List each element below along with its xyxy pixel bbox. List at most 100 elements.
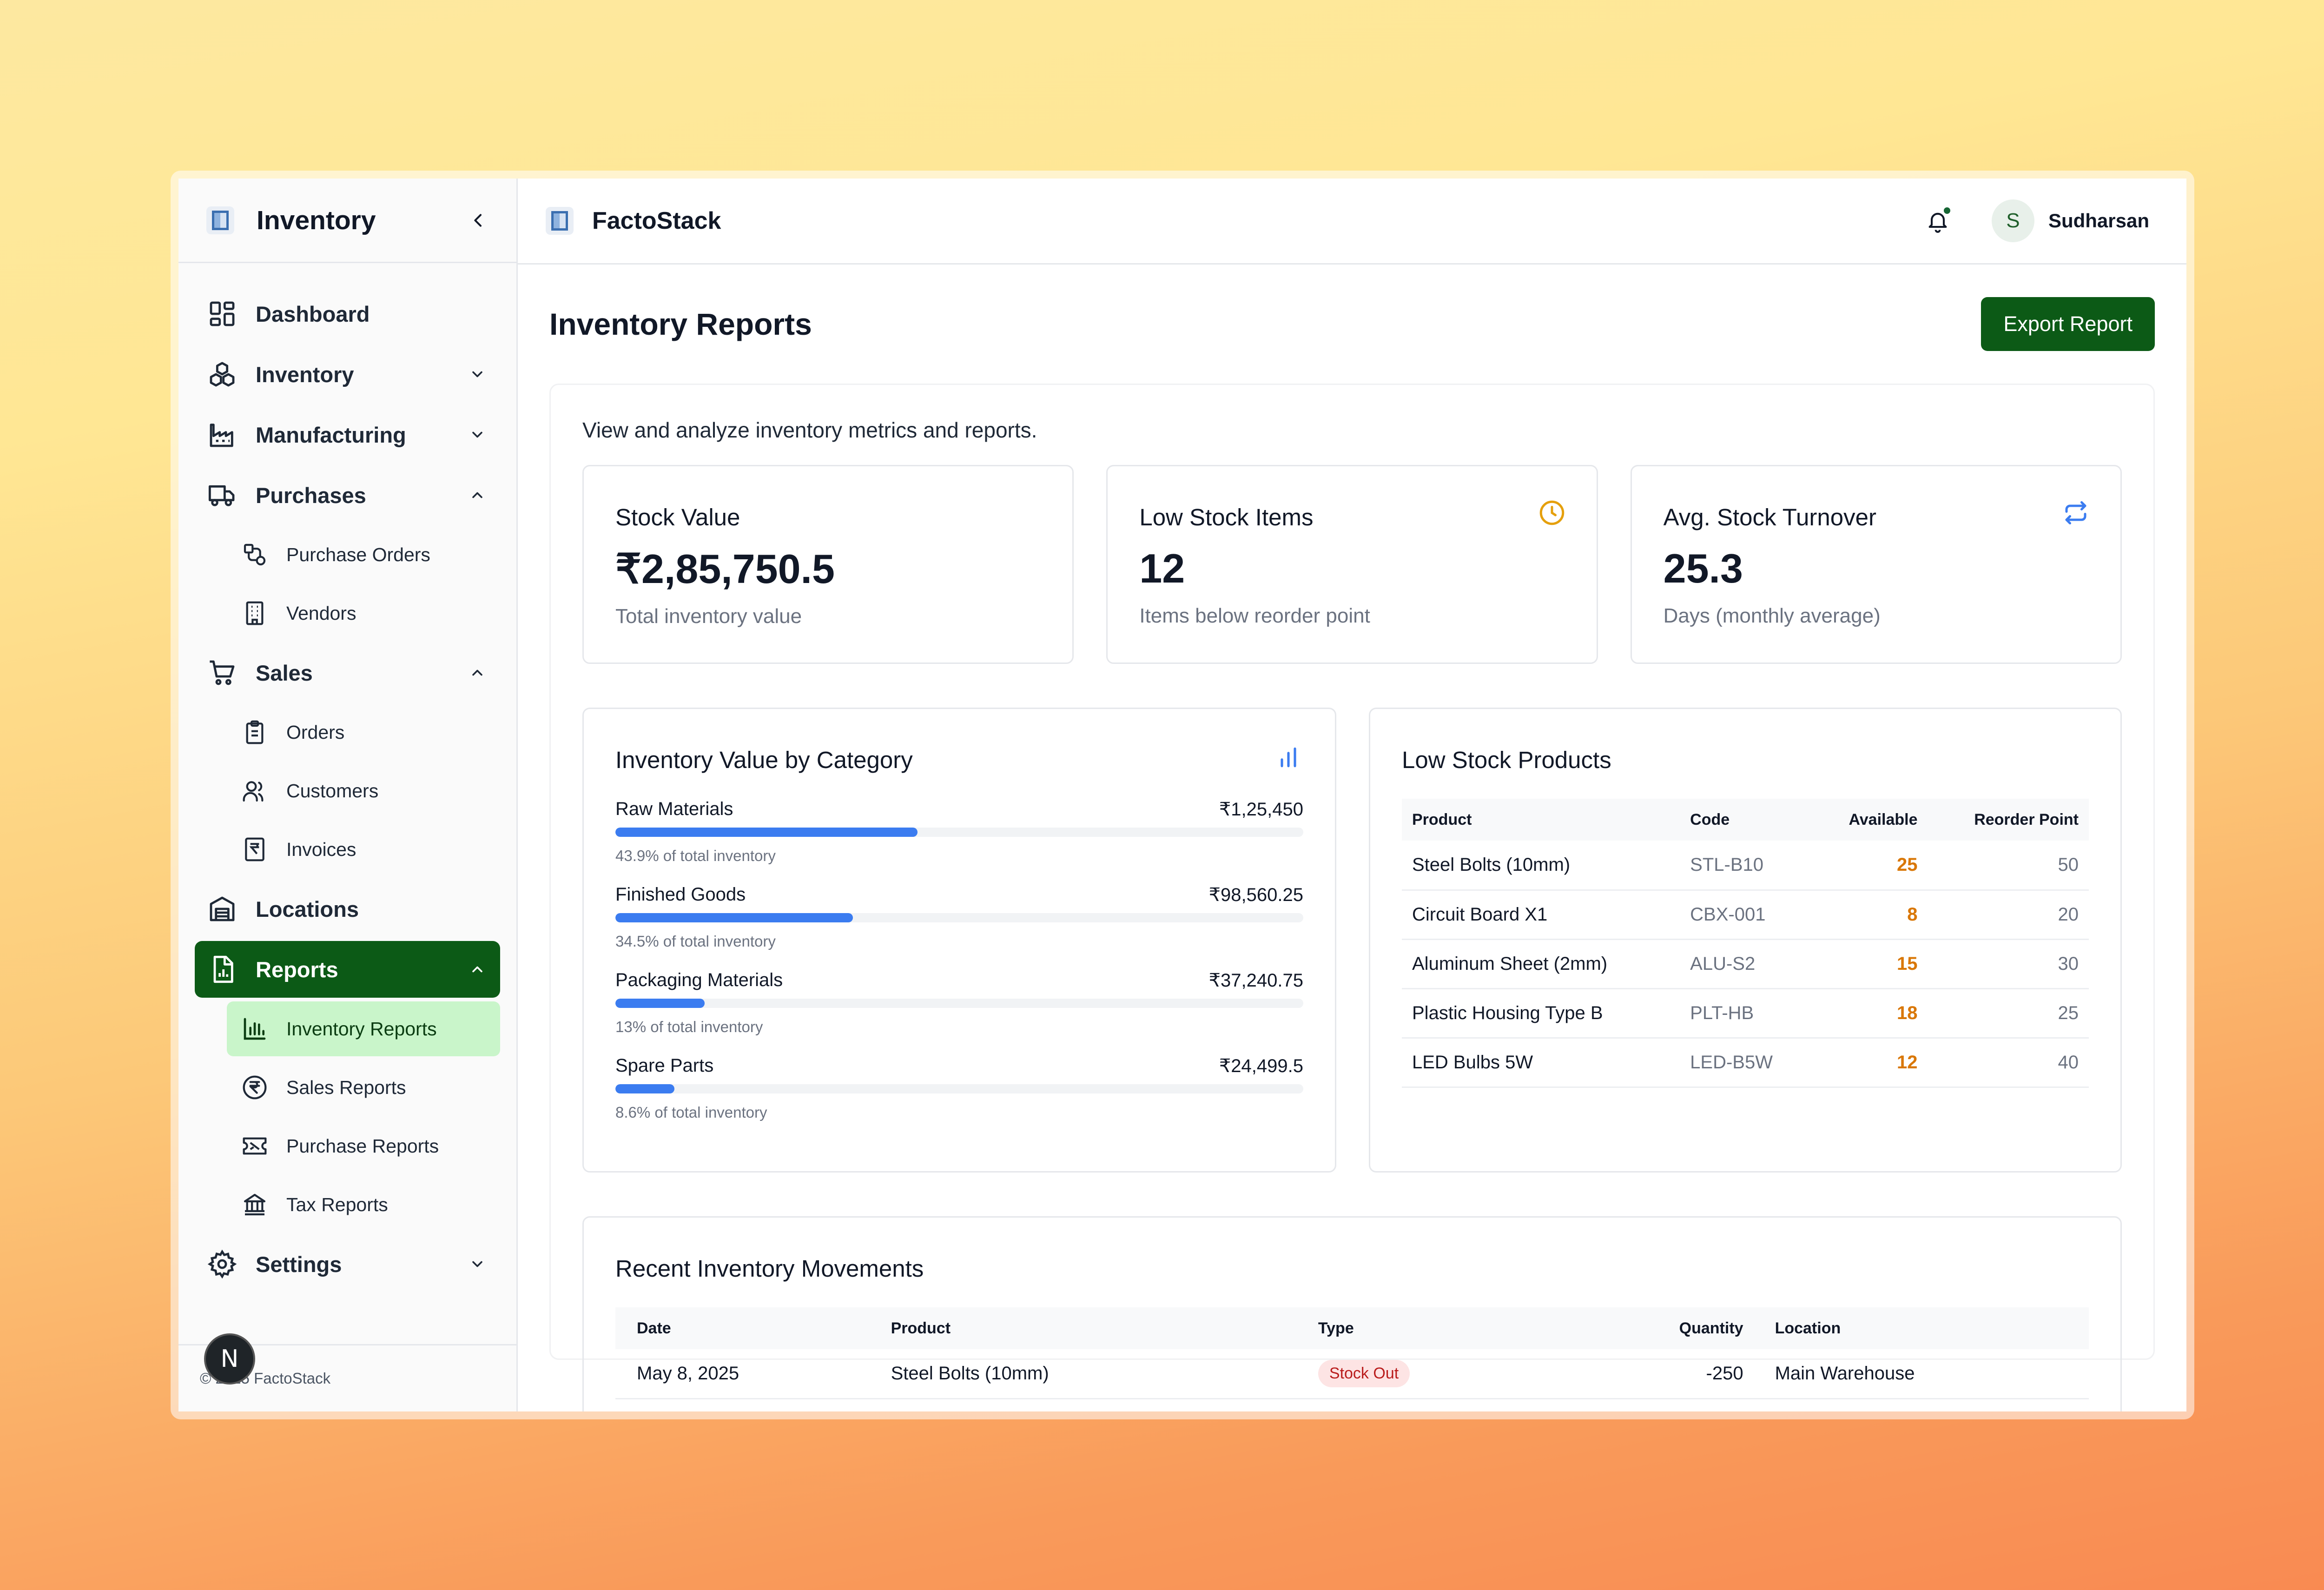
stat-card-stock-value: Stock Value ₹2,85,750.5 Total inventory … (582, 465, 1074, 664)
category-name: Packaging Materials (615, 970, 783, 990)
boxes-icon (206, 358, 238, 390)
avatar[interactable]: S (1991, 199, 2034, 242)
column-header[interactable]: Location (1764, 1307, 2089, 1349)
category-name: Finished Goods (615, 884, 746, 905)
category-bar-fill (615, 913, 853, 922)
low-stock-title: Low Stock Products (1402, 747, 1611, 773)
category-amount: ₹98,560.25 (1208, 885, 1303, 905)
sidebar-item-inventory[interactable]: Inventory (195, 346, 500, 403)
sidebar-subitem-customers[interactable]: Customers (227, 763, 500, 818)
sidebar-item-label: Settings (256, 1252, 342, 1277)
sidebar-header: Inventory (178, 179, 516, 263)
column-header[interactable]: Quantity (1602, 1307, 1765, 1349)
sidebar-subitem-label: Customers (286, 780, 379, 802)
sidebar-item-dashboard[interactable]: Dashboard (195, 285, 500, 342)
brand-name: FactoStack (592, 207, 721, 234)
refresh-icon (2065, 501, 2086, 524)
column-header[interactable]: Type (1307, 1307, 1603, 1349)
column-header[interactable]: Reorder Point (1928, 799, 2089, 841)
available-cell: 8 (1813, 890, 1928, 940)
stat-card-low-stock: Low Stock Items 12 Items below reorder p… (1106, 465, 1598, 664)
stat-label: Stock Value (615, 504, 740, 530)
column-header[interactable]: Product (880, 1307, 1308, 1349)
sidebar-item-label: Sales (256, 660, 313, 685)
sidebar-item-sales[interactable]: Sales (195, 644, 500, 701)
reorder-cell: 25 (1928, 988, 2089, 1039)
chevron-down-icon (466, 424, 489, 446)
ticket-icon (241, 1132, 269, 1160)
sidebar-nav: Dashboard Inventory Manufacturing Purcha… (178, 263, 516, 1292)
chevron-up-icon (466, 484, 489, 506)
category-percent: 43.9% of total inventory (615, 847, 776, 864)
category-bar-track (615, 1084, 1303, 1093)
category-card-title: Inventory Value by Category (615, 747, 913, 773)
table-row[interactable]: Plastic Housing Type B PLT-HB 18 25 (1402, 988, 2089, 1039)
category-percent: 13% of total inventory (615, 1018, 763, 1035)
sidebar-item-locations[interactable]: Locations (195, 881, 500, 937)
sidebar-subitem-label: Purchase Orders (286, 543, 430, 565)
table-header-row: Date Product Type Quantity Location (615, 1307, 2089, 1349)
sidebar-subitem-orders[interactable]: Orders (227, 705, 500, 760)
reorder-cell: 20 (1928, 890, 2089, 940)
app-logo-icon (206, 206, 234, 234)
available-cell: 12 (1813, 1038, 1928, 1088)
table-row[interactable]: May 8, 2025 Steel Bolts (10mm) Stock Out… (615, 1349, 2089, 1399)
sidebar-subitem-label: Orders (286, 721, 345, 743)
stat-sub: Items below reorder point (1139, 604, 1370, 627)
sidebar-subitem-inventory-reports[interactable]: Inventory Reports (227, 1001, 500, 1056)
sidebar-subitem-sales-reports[interactable]: Sales Reports (227, 1060, 500, 1115)
page-intro: View and analyze inventory metrics and r… (582, 418, 1037, 442)
stat-value: 25.3 (1663, 545, 1743, 591)
file-chart-icon (206, 954, 238, 985)
sidebar-item-label: Purchases (256, 483, 366, 508)
sidebar-subitem-purchase-reports[interactable]: Purchase Reports (227, 1119, 500, 1173)
sidebar-subitem-label: Vendors (286, 602, 357, 624)
page-header: Inventory Reports Export Report (549, 265, 2155, 384)
product-cell: Steel Bolts (10mm) (1402, 841, 1680, 891)
movements-table: Date Product Type Quantity Location May … (615, 1307, 2089, 1399)
content: Inventory Reports Export Report View and… (518, 265, 2186, 1411)
stat-sub: Days (monthly average) (1663, 604, 1881, 627)
table-row[interactable]: LED Bulbs 5W LED-B5W 12 40 (1402, 1038, 2089, 1088)
category-item: Packaging Materials ₹37,240.75 13% of tot… (615, 970, 1303, 1036)
sidebar-item-reports[interactable]: Reports (195, 941, 500, 998)
workflow-icon (241, 541, 269, 569)
available-cell: 25 (1813, 841, 1928, 891)
category-bar-track (615, 828, 1303, 837)
table-row[interactable]: Aluminum Sheet (2mm) ALU-S2 15 30 (1402, 939, 2089, 989)
table-row[interactable]: Circuit Board X1 CBX-001 8 20 (1402, 890, 2089, 940)
sidebar-subitem-label: Purchase Reports (286, 1135, 439, 1157)
bar-chart-icon (241, 1015, 269, 1043)
column-header[interactable]: Available (1813, 799, 1928, 841)
sidebar-subitem-purchase-orders[interactable]: Purchase Orders (227, 527, 500, 582)
dev-tools-badge[interactable]: N (204, 1333, 255, 1385)
sidebar-item-purchases[interactable]: Purchases (195, 467, 500, 523)
sidebar-subitem-vendors[interactable]: Vendors (227, 586, 500, 641)
bar-chart-icon (1281, 747, 1296, 768)
category-bar-track (615, 913, 1303, 922)
user-name[interactable]: Sudharsan (2048, 210, 2149, 232)
column-header[interactable]: Date (615, 1307, 881, 1349)
clipboard-icon (241, 718, 269, 746)
category-item: Finished Goods ₹98,560.25 34.5% of total … (615, 884, 1303, 950)
sidebar-subitem-invoices[interactable]: Invoices (227, 822, 500, 877)
low-stock-table: Product Code Available Reorder Point Ste… (1402, 799, 2089, 1088)
location-cell: Main Warehouse (1764, 1349, 2089, 1399)
category-name: Spare Parts (615, 1055, 714, 1076)
movements-card: Recent Inventory Movements Date Product … (582, 1216, 2122, 1411)
sidebar-item-manufacturing[interactable]: Manufacturing (195, 406, 500, 463)
stats-row: Stock Value ₹2,85,750.5 Total inventory … (582, 465, 2122, 664)
date-cell: May 8, 2025 (615, 1349, 881, 1399)
sidebar-item-settings[interactable]: Settings (195, 1236, 500, 1292)
export-report-button[interactable]: Export Report (1981, 297, 2155, 351)
table-row[interactable]: Steel Bolts (10mm) STL-B10 25 50 (1402, 841, 2089, 891)
column-header[interactable]: Code (1680, 799, 1813, 841)
notification-bell-icon[interactable] (1923, 206, 1953, 236)
column-header[interactable]: Product (1402, 799, 1680, 841)
app-frame: Inventory Dashboard Inventory Manufactur… (171, 171, 2194, 1419)
collapse-sidebar-icon[interactable] (468, 210, 489, 231)
available-cell: 18 (1813, 988, 1928, 1039)
sidebar-subitem-tax-reports[interactable]: Tax Reports (227, 1177, 500, 1232)
available-cell: 15 (1813, 939, 1928, 989)
category-bar-fill (615, 828, 918, 837)
